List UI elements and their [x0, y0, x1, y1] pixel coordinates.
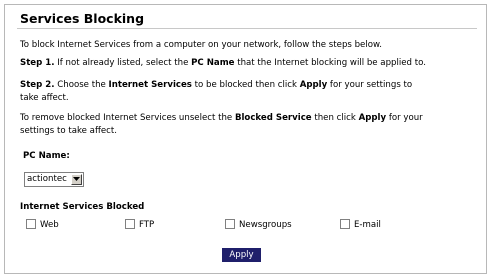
pc-name-value: actiontec — [27, 174, 67, 184]
remove-pre: To remove blocked Internet Services unse… — [20, 113, 235, 123]
ftp-label: FTP — [139, 220, 155, 230]
pc-name-label: PC Name: — [23, 151, 70, 161]
remove-mid: then click — [311, 113, 359, 123]
remove-text: To remove blocked Internet Services unse… — [20, 112, 475, 138]
step1-pre: If not already listed, select the — [54, 58, 192, 68]
intro-text: To block Internet Services from a comput… — [20, 40, 382, 50]
chevron-down-icon — [73, 177, 80, 181]
apply-button[interactable]: Apply — [222, 248, 261, 262]
remove-post2: settings to take affect. — [20, 126, 117, 136]
email-label: E-mail — [354, 220, 381, 230]
step2-bold-apply: Apply — [299, 80, 328, 90]
step1-bold: PC Name — [191, 58, 235, 68]
dropdown-button[interactable] — [71, 174, 82, 185]
step2-post2: take affect. — [20, 93, 69, 103]
web-label: Web — [40, 220, 59, 230]
page-title: Services Blocking — [20, 11, 145, 26]
step2-label: Step 2. — [20, 80, 55, 90]
ftp-checkbox[interactable] — [125, 219, 135, 229]
step2-post1: for your settings to — [327, 80, 413, 90]
step2-mid: to be blocked then click — [191, 80, 300, 90]
newsgroups-checkbox[interactable] — [225, 219, 235, 229]
step1-post: that the Internet blocking will be appli… — [234, 58, 426, 68]
remove-post1: for your — [386, 113, 423, 123]
remove-bold-apply: Apply — [358, 113, 387, 123]
step2-bold-services: Internet Services — [108, 80, 192, 90]
remove-bold-blocked: Blocked Service — [234, 113, 312, 123]
title-divider — [17, 28, 477, 29]
services-heading: Internet Services Blocked — [20, 202, 145, 212]
step1-text: Step 1. If not already listed, select th… — [20, 57, 475, 70]
step1-label: Step 1. — [20, 58, 55, 68]
web-checkbox[interactable] — [26, 219, 36, 229]
pc-name-select[interactable]: actiontec — [24, 172, 84, 187]
newsgroups-label: Newsgroups — [239, 220, 292, 230]
step2-text: Step 2. Choose the Internet Services to … — [20, 79, 475, 105]
email-checkbox[interactable] — [340, 219, 350, 229]
step2-pre: Choose the — [54, 80, 109, 90]
